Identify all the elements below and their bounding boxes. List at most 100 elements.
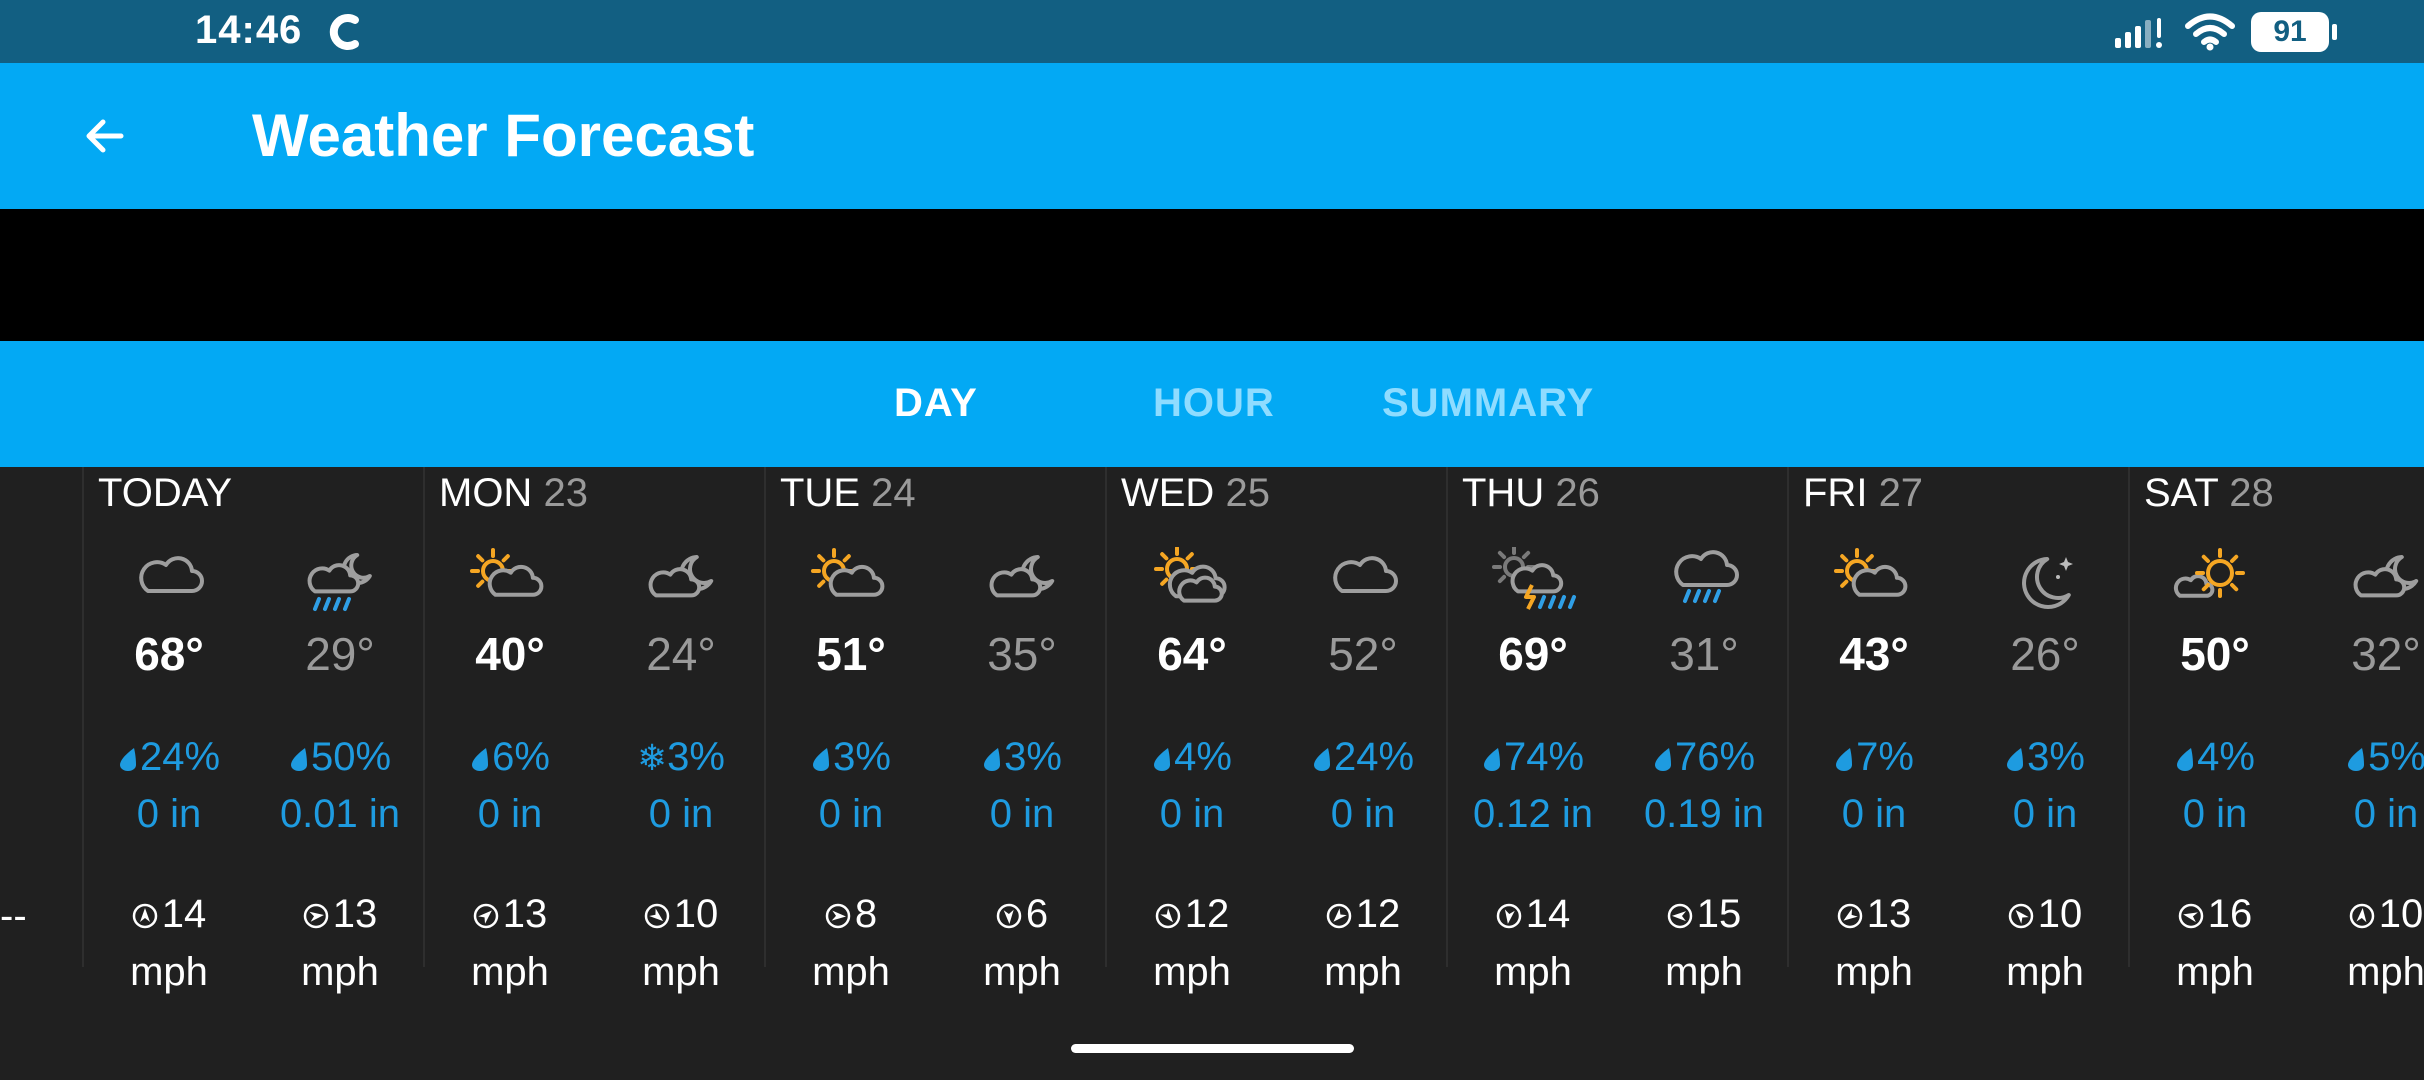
day-forecast: 51° 3% 0 in 8 mph	[766, 467, 936, 994]
day-forecast: 40° 6% 0 in 13 mph	[425, 467, 595, 994]
night-forecast: 32° 5% 0 in 10 mph	[2301, 467, 2424, 994]
wind-value: 8	[854, 892, 878, 936]
precip-value: 50%	[310, 735, 392, 779]
night-temperature: 35°	[987, 628, 1057, 680]
wind-unit: mph	[301, 950, 379, 994]
raindrop-icon	[1313, 748, 1330, 771]
wind-unit: mph	[983, 950, 1061, 994]
wind-direction-icon	[1496, 903, 1521, 929]
precip-chance: 24%	[1278, 735, 1448, 780]
wind-value: 6	[1025, 892, 1049, 936]
battery-level: 91	[2273, 15, 2307, 48]
wind-direction-icon	[1326, 903, 1351, 929]
precip-amount: 0 in	[2353, 792, 2419, 836]
partly-sunny-icon	[1834, 548, 1908, 597]
wind-unit: mph	[1153, 950, 1231, 994]
previous-column-value: --	[0, 894, 27, 938]
forecast-grid[interactable]: -- TODAY 68° 24% 0 in 14 mph 29° 50% 0.0…	[0, 467, 2424, 1080]
wind-speed: 12	[1278, 892, 1448, 937]
night-forecast: 29° 50% 0.01 in 13 mph	[255, 467, 425, 994]
raindrop-icon	[984, 748, 1001, 771]
wind-speed: 10	[596, 892, 766, 937]
wind-unit: mph	[812, 950, 890, 994]
night-cloudy-icon	[2353, 555, 2419, 598]
wind-speed: 13	[255, 892, 425, 937]
wind-direction-icon	[825, 903, 851, 929]
raindrop-icon	[1836, 748, 1853, 771]
wind-unit: mph	[2176, 950, 2254, 994]
precip-chance: 74%	[1448, 735, 1618, 780]
wind-unit: mph	[1835, 950, 1913, 994]
precip-value: 74%	[1503, 735, 1585, 779]
wind-unit: mph	[1665, 950, 1743, 994]
precip-value: 76%	[1674, 735, 1756, 779]
precip-amount: 0 in	[648, 792, 714, 836]
partly-sunny-icon	[470, 548, 544, 597]
precip-chance: 3%	[766, 735, 936, 780]
day-temperature: 64°	[1157, 628, 1227, 680]
raindrop-icon	[2348, 748, 2365, 771]
wind-speed: 8	[766, 892, 936, 937]
night-temperature: 32°	[2351, 628, 2421, 680]
home-indicator[interactable]	[1071, 1044, 1354, 1053]
night-forecast: 31° 76% 0.19 in 15 mph	[1619, 467, 1789, 994]
tab-day[interactable]: DAY	[894, 381, 978, 426]
wind-unit: mph	[130, 950, 208, 994]
signal-icon	[2115, 18, 2162, 48]
wind-value: 12	[1184, 892, 1230, 936]
wind-value: 14	[1525, 892, 1571, 936]
precip-amount: 0.19 in	[1643, 792, 1765, 836]
wind-direction-icon	[2178, 903, 2203, 929]
clear-night-icon	[2022, 557, 2073, 609]
wind-speed: 16	[2130, 892, 2300, 937]
status-time: 14:46	[195, 8, 303, 52]
night-forecast: 35° 3% 0 in 6 mph	[937, 467, 1107, 994]
night-forecast: 52° 24% 0 in 12 mph	[1278, 467, 1448, 994]
tab-summary[interactable]: SUMMARY	[1382, 381, 1594, 426]
raindrop-icon	[119, 748, 136, 771]
precip-amount: 0 in	[1841, 792, 1907, 836]
day-column[interactable]: MON 23 40° 6% 0 in 13 mph 24° ❄3% 0 in 1…	[423, 467, 766, 994]
mostly-cloudy-sun-icon	[1154, 547, 1227, 603]
wind-direction-icon	[1155, 903, 1180, 929]
back-button[interactable]	[70, 101, 140, 171]
partly-sunny-icon	[811, 548, 885, 597]
day-column[interactable]: THU 26 69° 74% 0.12 in 14 mph 31° 76% 0.…	[1446, 467, 1787, 994]
wind-direction-icon	[303, 903, 328, 929]
tab-hour[interactable]: HOUR	[1153, 381, 1275, 426]
app-notification-icon	[329, 14, 359, 50]
wind-value: 13	[332, 892, 378, 936]
sunny-icon	[2173, 548, 2245, 598]
day-column[interactable]: TUE 24 51° 3% 0 in 8 mph 35° 3% 0 in 6 m…	[764, 467, 1105, 994]
wind-direction-icon	[996, 903, 1022, 929]
precip-value: 4%	[2197, 735, 2255, 779]
precip-amount: 0 in	[1330, 792, 1396, 836]
rain-icon	[1674, 550, 1739, 603]
day-forecast: 69° 74% 0.12 in 14 mph	[1448, 467, 1618, 994]
wind-unit: mph	[1324, 950, 1402, 994]
precip-amount: 0 in	[1159, 792, 1225, 836]
wind-value: 15	[1696, 892, 1742, 936]
wind-direction-icon	[132, 903, 157, 929]
day-column[interactable]: SAT 28 50° 4% 0 in 16 mph 32° 5% 0 in 10…	[2128, 467, 2424, 994]
precip-amount: 0 in	[818, 792, 884, 836]
night-temperature: 26°	[2010, 628, 2080, 680]
raindrop-icon	[1654, 748, 1671, 771]
day-temperature: 43°	[1839, 628, 1909, 680]
day-column[interactable]: TODAY 68° 24% 0 in 14 mph 29° 50% 0.01 i…	[82, 467, 423, 994]
precip-amount: 0.12 in	[1472, 792, 1594, 836]
snowflake-icon: ❄	[637, 737, 668, 778]
wind-unit: mph	[642, 950, 720, 994]
day-forecast: 64° 4% 0 in 12 mph	[1107, 467, 1277, 994]
day-column[interactable]: WED 25 64° 4% 0 in 12 mph 52° 24% 0 in 1…	[1105, 467, 1446, 994]
night-cloudy-icon	[648, 555, 714, 598]
wind-speed: 14	[1448, 892, 1618, 937]
precip-chance: 4%	[1107, 735, 1277, 780]
precip-chance: 76%	[1619, 735, 1789, 780]
wind-speed: 10	[2301, 892, 2424, 937]
wind-value: 14	[161, 892, 207, 936]
wind-direction-icon	[473, 903, 498, 929]
day-forecast: 68° 24% 0 in 14 mph	[84, 467, 254, 994]
precip-value: 24%	[139, 735, 221, 779]
day-column[interactable]: FRI 27 43° 7% 0 in 13 mph 26° 3% 0 in 10…	[1787, 467, 2128, 994]
